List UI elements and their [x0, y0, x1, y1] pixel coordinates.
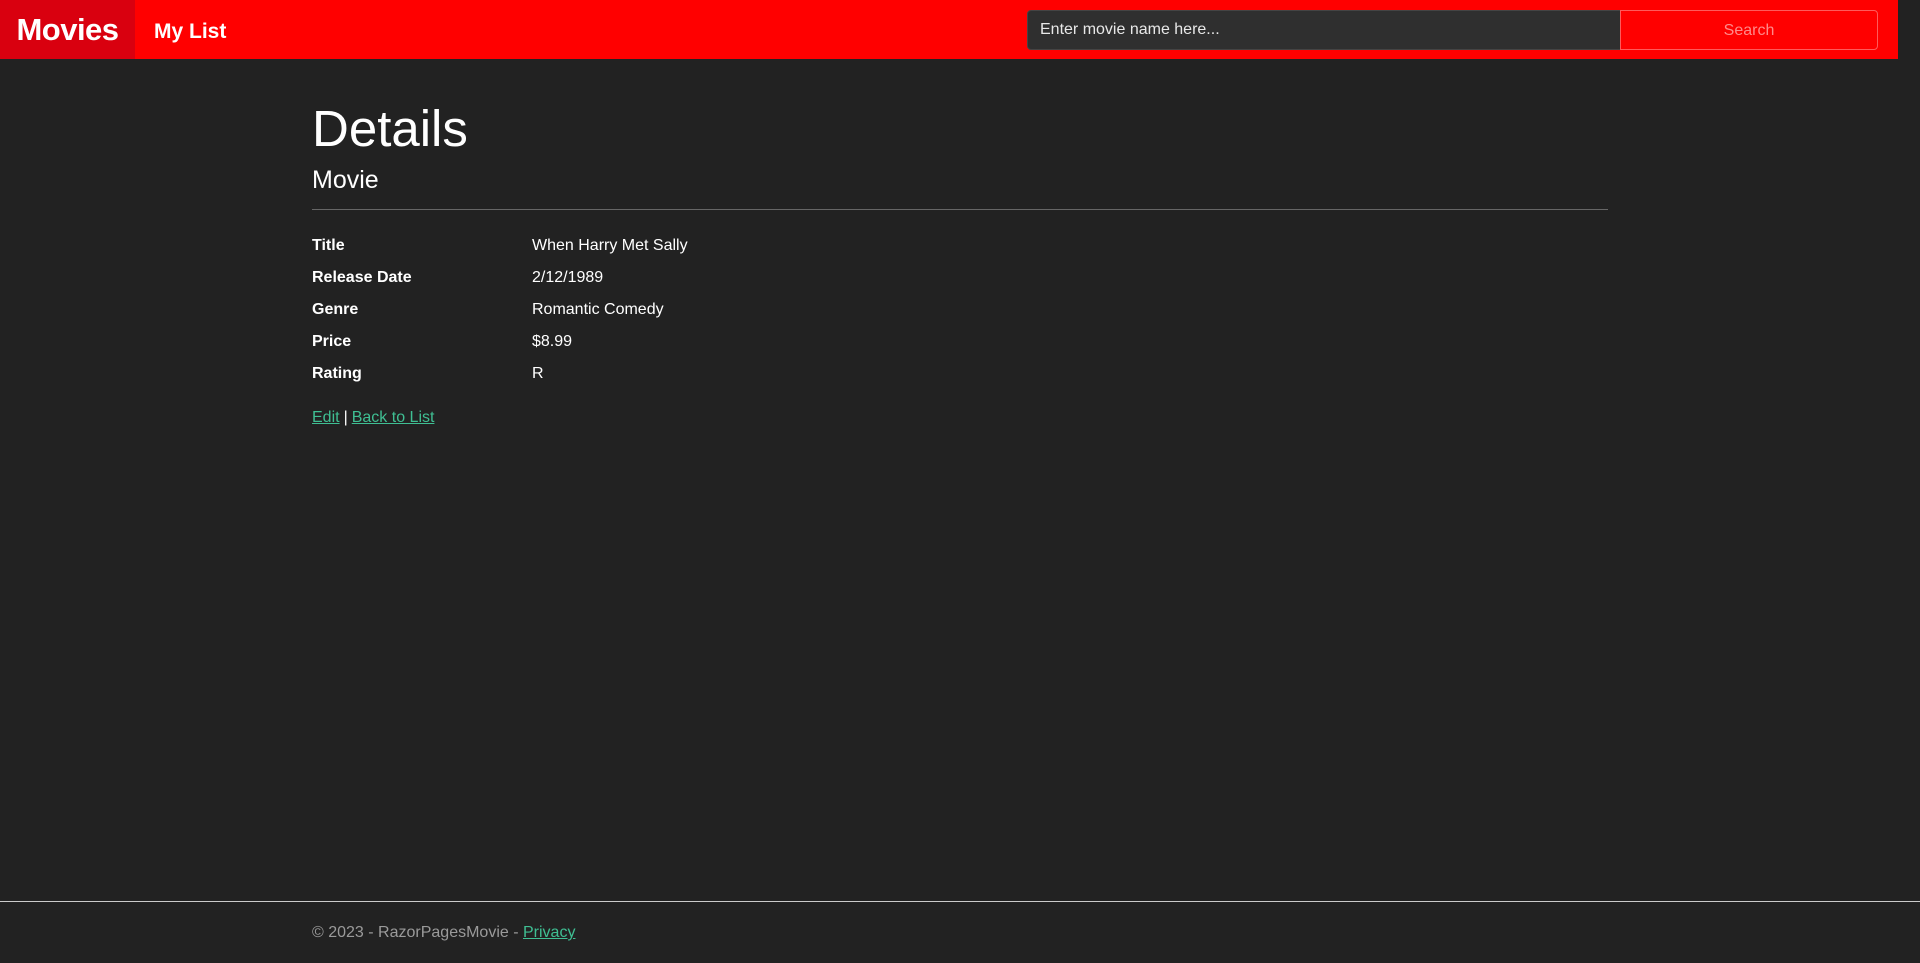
search-input[interactable] — [1027, 10, 1621, 50]
detail-actions: Edit | Back to List — [312, 409, 1608, 427]
detail-row-release-date: Release Date 2/12/1989 — [312, 262, 1608, 294]
top-navbar: Movies My List Search — [0, 0, 1898, 59]
detail-label: Genre — [312, 301, 359, 318]
detail-row-genre: Genre Romantic Comedy — [312, 294, 1608, 326]
copyright-text: © 2023 - RazorPagesMovie - — [312, 924, 523, 941]
detail-value: R — [532, 365, 544, 382]
page-subtitle: Movie — [312, 166, 379, 194]
action-separator: | — [343, 409, 348, 426]
footer-text: © 2023 - RazorPagesMovie - Privacy — [312, 924, 575, 942]
detail-row-title: Title When Harry Met Sally — [312, 230, 1608, 262]
nav-my-list[interactable]: My List — [154, 0, 226, 63]
main-content: Details Movie Title When Harry Met Sally… — [312, 96, 1608, 427]
navbar-edge — [1898, 0, 1920, 59]
detail-label: Price — [312, 333, 352, 350]
divider — [312, 209, 1608, 210]
privacy-link[interactable]: Privacy — [523, 924, 575, 941]
detail-value: $8.99 — [532, 333, 573, 350]
movie-details: Title When Harry Met Sally Release Date … — [312, 230, 1608, 390]
brand-link[interactable]: Movies — [0, 0, 135, 59]
page-title: Details — [312, 100, 468, 157]
detail-row-price: Price $8.99 — [312, 326, 1608, 358]
detail-label: Title — [312, 237, 345, 254]
detail-label: Release Date — [312, 269, 412, 286]
footer: © 2023 - RazorPagesMovie - Privacy — [0, 901, 1920, 963]
detail-row-rating: Rating R — [312, 358, 1608, 390]
detail-value: Romantic Comedy — [532, 301, 664, 318]
back-to-list-link[interactable]: Back to List — [352, 409, 435, 426]
edit-link[interactable]: Edit — [312, 409, 340, 426]
search-button[interactable]: Search — [1620, 10, 1878, 50]
detail-value: 2/12/1989 — [532, 269, 604, 286]
detail-value: When Harry Met Sally — [532, 237, 688, 254]
detail-label: Rating — [312, 365, 362, 382]
